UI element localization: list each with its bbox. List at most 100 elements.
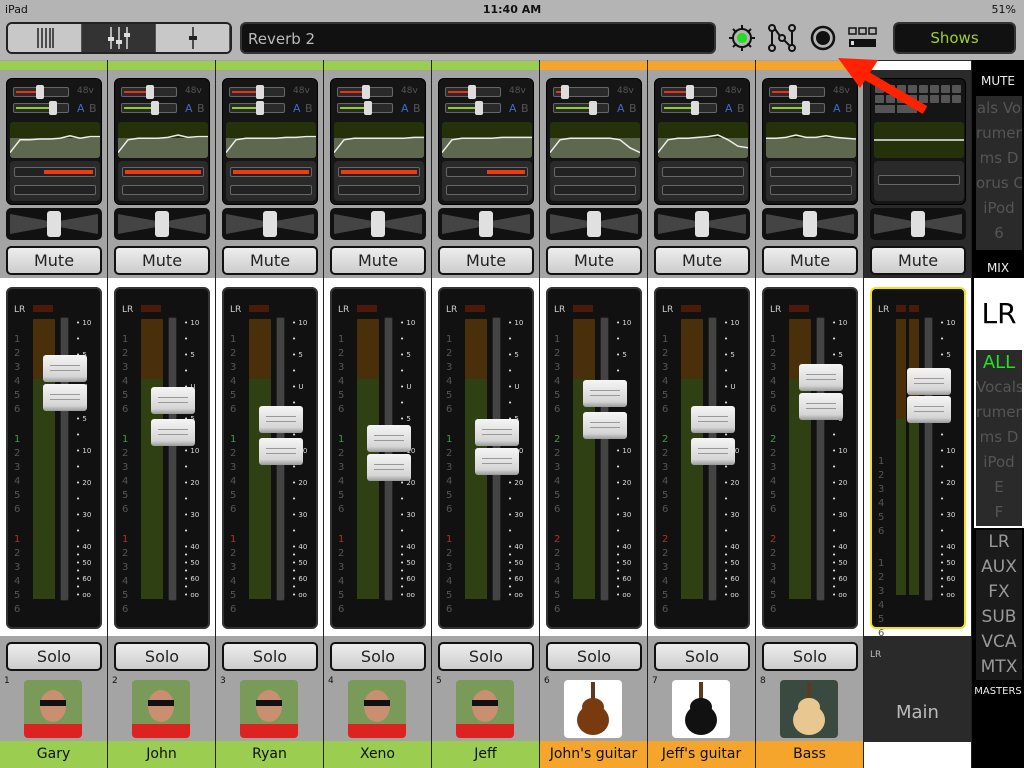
- fader-cap[interactable]: [691, 406, 735, 433]
- mute-group-item[interactable]: ms D: [976, 146, 1022, 171]
- channel-processing[interactable]: 48v A B: [114, 78, 210, 205]
- mute-groups-panel[interactable]: als Vo rumen ms Dorus CiPod 6: [976, 96, 1022, 250]
- masters-item[interactable]: LR: [976, 530, 1022, 555]
- mute-button[interactable]: Mute: [870, 246, 966, 275]
- masters-item[interactable]: SUB: [976, 605, 1022, 630]
- dynamics[interactable]: [442, 161, 532, 201]
- masters-item[interactable]: FX: [976, 580, 1022, 605]
- mix-group-item[interactable]: ALL: [976, 350, 1022, 375]
- fader-cap-secondary[interactable]: [583, 412, 627, 440]
- scene-name-field[interactable]: Reverb 2: [240, 22, 716, 54]
- eq-curve[interactable]: [334, 122, 424, 158]
- fader-cap-secondary[interactable]: [259, 438, 303, 465]
- input-a-label[interactable]: A: [617, 102, 625, 115]
- dynamics[interactable]: [10, 161, 100, 201]
- trim-slider[interactable]: [337, 101, 393, 115]
- pan-slider[interactable]: [870, 208, 966, 240]
- geq-curve[interactable]: [874, 122, 964, 158]
- mix-group-item[interactable]: rumen: [976, 400, 1022, 425]
- mute-button[interactable]: Mute: [330, 246, 426, 275]
- fader-track[interactable]: [600, 317, 609, 601]
- phantom-power-label[interactable]: 48v: [77, 86, 94, 96]
- view-selector[interactable]: [6, 22, 232, 54]
- mix-selector[interactable]: LR ALL Vocals rumen ms DiPod E F: [974, 278, 1024, 528]
- dynamics[interactable]: [118, 161, 208, 201]
- fader-cap[interactable]: [43, 354, 87, 382]
- routing-icon[interactable]: [767, 23, 797, 53]
- solo-button[interactable]: Solo: [546, 642, 642, 671]
- channel-photo[interactable]: [672, 680, 730, 738]
- trim-slider[interactable]: [121, 101, 177, 115]
- channel-photo[interactable]: [240, 680, 298, 738]
- gain-slider[interactable]: [121, 85, 177, 99]
- dynamics[interactable]: [658, 161, 748, 201]
- input-a-label[interactable]: A: [185, 102, 193, 115]
- channel-processing[interactable]: 48v A B: [546, 78, 642, 205]
- fader-cap[interactable]: [151, 386, 195, 414]
- input-b-label[interactable]: B: [413, 102, 421, 115]
- fader-track[interactable]: [816, 317, 825, 601]
- fader-cap-secondary[interactable]: [151, 418, 195, 446]
- trim-slider[interactable]: [13, 101, 69, 115]
- trim-slider[interactable]: [661, 101, 717, 115]
- mix-group-item[interactable]: E: [976, 475, 1022, 500]
- channel-processing[interactable]: 48v A B: [438, 78, 534, 205]
- mix-group-item[interactable]: Vocals: [976, 375, 1022, 400]
- dynamics[interactable]: [874, 161, 964, 201]
- input-a-label[interactable]: A: [293, 102, 301, 115]
- fader-cap-secondary[interactable]: [907, 396, 951, 424]
- channel-name[interactable]: Ryan: [216, 741, 323, 768]
- solo-button[interactable]: Solo: [762, 642, 858, 671]
- dynamics[interactable]: [226, 161, 316, 201]
- phantom-power-label[interactable]: 48v: [617, 86, 634, 96]
- mute-button[interactable]: Mute: [438, 246, 534, 275]
- input-b-label[interactable]: B: [629, 102, 637, 115]
- mixer-faders-icon[interactable]: [82, 24, 156, 52]
- channel-name[interactable]: Jeff: [432, 741, 539, 768]
- master-label-area[interactable]: LR Main: [864, 636, 971, 742]
- input-b-label[interactable]: B: [197, 102, 205, 115]
- channel-name[interactable]: John's guitar: [540, 741, 647, 768]
- gain-slider[interactable]: [769, 85, 825, 99]
- channel-processing[interactable]: 48v A B: [222, 78, 318, 205]
- pan-slider[interactable]: [546, 208, 642, 240]
- fader-cap-secondary[interactable]: [367, 454, 411, 481]
- mute-group-item[interactable]: rumen: [976, 121, 1022, 146]
- channel-processing[interactable]: 48v A B: [6, 78, 102, 205]
- mute-button[interactable]: Mute: [654, 246, 750, 275]
- fader-cap[interactable]: [907, 367, 951, 395]
- channel-name[interactable]: Gary: [0, 741, 107, 768]
- fader-cap[interactable]: [367, 425, 411, 453]
- pan-slider[interactable]: [654, 208, 750, 240]
- dynamics[interactable]: [550, 161, 640, 201]
- eq-curve[interactable]: [226, 122, 316, 158]
- pan-slider[interactable]: [6, 208, 102, 240]
- channel-photo[interactable]: [780, 680, 838, 738]
- solo-button[interactable]: Solo: [330, 642, 426, 671]
- phantom-power-label[interactable]: 48v: [401, 86, 418, 96]
- eq-curve[interactable]: [550, 122, 640, 158]
- phantom-power-label[interactable]: 48v: [293, 86, 310, 96]
- input-b-label[interactable]: B: [737, 102, 745, 115]
- mute-button[interactable]: Mute: [6, 246, 102, 275]
- mute-group-item[interactable]: als Vo: [976, 96, 1022, 121]
- masters-item[interactable]: AUX: [976, 555, 1022, 580]
- pan-slider[interactable]: [762, 208, 858, 240]
- channel-name[interactable]: Bass: [756, 741, 863, 768]
- fader-cap[interactable]: [799, 364, 843, 392]
- gain-slider[interactable]: [13, 85, 69, 99]
- gain-slider[interactable]: [229, 85, 285, 99]
- channels-overview-icon[interactable]: [8, 24, 82, 52]
- gain-slider[interactable]: [337, 85, 393, 99]
- input-a-label[interactable]: A: [509, 102, 517, 115]
- shows-button[interactable]: Shows: [893, 22, 1016, 54]
- channel-processing[interactable]: 48v A B: [654, 78, 750, 205]
- trim-slider[interactable]: [445, 101, 501, 115]
- trim-slider[interactable]: [229, 101, 285, 115]
- fader-cap-secondary[interactable]: [691, 438, 735, 465]
- mute-button[interactable]: Mute: [546, 246, 642, 275]
- mute-button[interactable]: Mute: [762, 246, 858, 275]
- eq-curve[interactable]: [118, 122, 208, 158]
- mix-group-item[interactable]: iPod: [976, 450, 1022, 475]
- phantom-power-label[interactable]: 48v: [725, 86, 742, 96]
